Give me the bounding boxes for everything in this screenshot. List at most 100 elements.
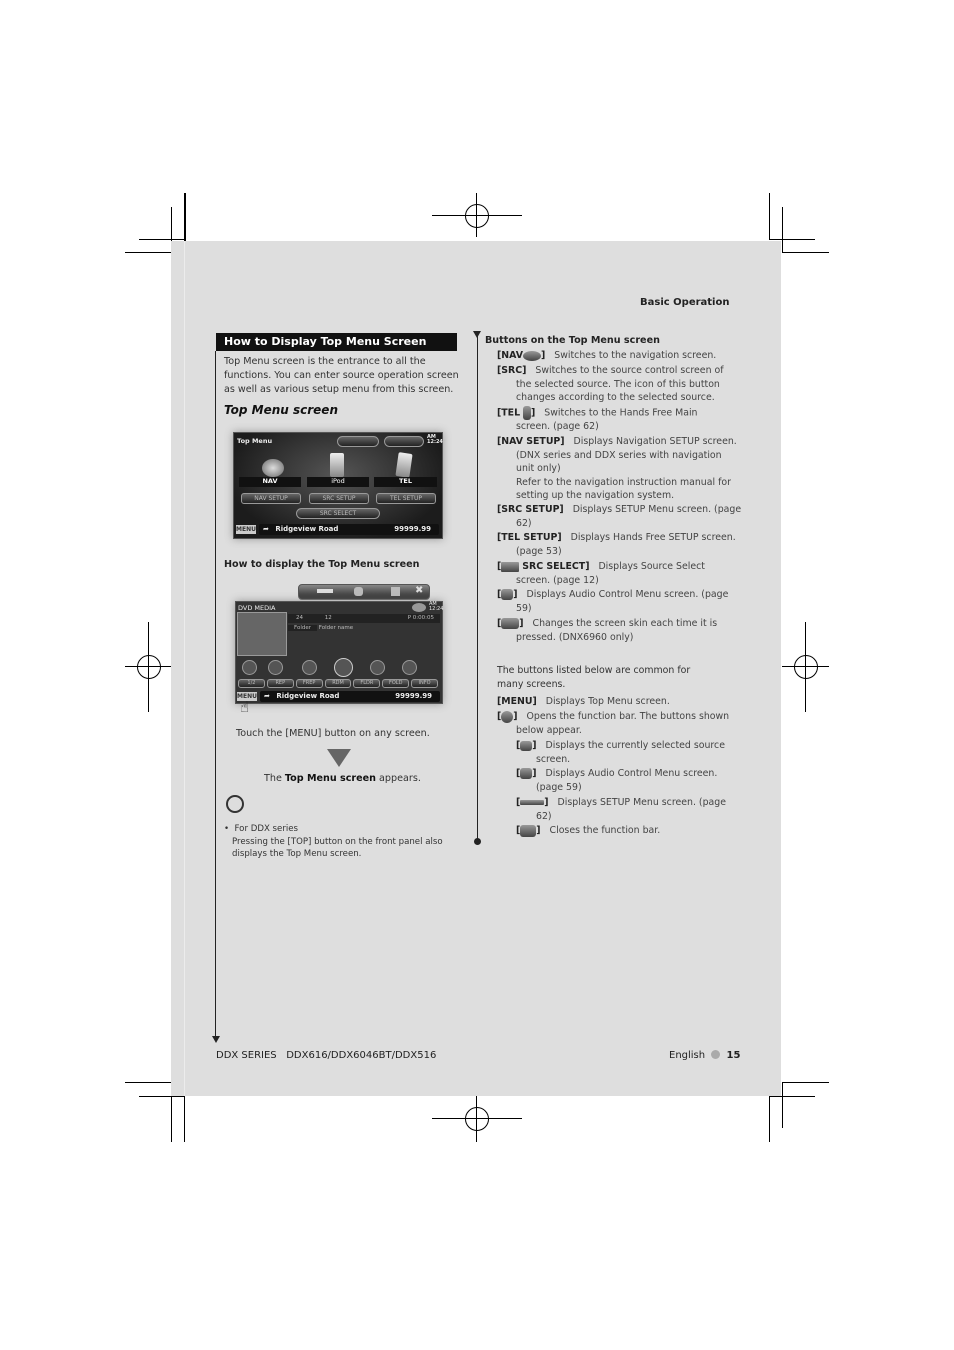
item-text: 59) xyxy=(516,602,532,614)
series: DDX SERIES xyxy=(216,1050,277,1061)
intro-line: functions. You can enter source operatio… xyxy=(224,370,459,381)
item-text: Refer to the navigation instruction manu… xyxy=(516,476,731,488)
close-icon: ✖ xyxy=(415,585,424,596)
dvd-media-screenshot: DVD MEDIA AM 12:24 24 12 P 0:00:05 Folder… xyxy=(235,601,443,704)
nav-icon xyxy=(523,350,542,361)
item-text: Closes the function bar. xyxy=(549,825,661,836)
item-text: Opens the function bar. The buttons show… xyxy=(526,711,730,722)
crop-mark xyxy=(432,1118,522,1119)
item-key-label: SRC SELECT] xyxy=(522,561,590,572)
item-text: screen. (page 62) xyxy=(516,421,599,432)
item-key: [NAV SETUP] xyxy=(497,436,565,447)
item-text: (page 59) xyxy=(536,781,582,793)
flow-line xyxy=(477,334,478,842)
crop-mark xyxy=(782,1082,783,1128)
crop-mark xyxy=(148,622,149,712)
screen-title: Top Menu xyxy=(237,437,273,445)
crop-mark xyxy=(769,1096,770,1142)
eject-button xyxy=(242,660,257,675)
play-pause-button xyxy=(334,658,353,677)
item-key-end: ] xyxy=(532,768,537,779)
item-text: Changes the screen skin each time it is xyxy=(532,618,718,629)
distance: 99999.99 xyxy=(394,525,431,533)
note-line: Pressing the [TOP] button on the front p… xyxy=(232,836,443,847)
crop-mark xyxy=(184,1096,185,1142)
item-text: pressed. (DNX6960 only) xyxy=(516,631,634,643)
source-screen-icon xyxy=(391,587,400,596)
models: DDX616/DDX6046BT/DDX516 xyxy=(286,1050,437,1061)
item-text: Displays Top Menu screen. xyxy=(545,696,670,707)
arrow-down-icon xyxy=(212,1036,220,1043)
item-function-bar: [] Opens the function bar. The buttons s… xyxy=(497,710,729,737)
function-bar: ✖ xyxy=(298,584,430,600)
note-bullet-line: • For DDX series xyxy=(224,824,299,834)
item-menu: [MENU] Displays Top Menu screen. xyxy=(497,695,670,709)
crop-mark xyxy=(139,1096,185,1097)
phone-icon xyxy=(395,452,413,478)
skin-button xyxy=(384,436,424,447)
item-key-end: ] xyxy=(536,825,541,836)
item-src: [SRC] Switches to the source control scr… xyxy=(497,364,724,405)
item-text: below appear. xyxy=(516,724,582,736)
crop-mark xyxy=(805,622,806,712)
item-text: the selected source. The icon of this bu… xyxy=(516,378,720,390)
how-to-title: How to display the Top Menu screen xyxy=(224,559,420,570)
function-keys: 1/2 REP FREP RDM FLDR FOLD INFO xyxy=(238,679,439,688)
item-text: Displays Navigation SETUP screen. xyxy=(573,436,737,447)
item-text: Displays Audio Control Menu screen. xyxy=(545,768,718,779)
skin-icon xyxy=(501,618,520,629)
folder-label: Folder xyxy=(288,625,317,631)
section-header: Basic Operation xyxy=(640,297,730,308)
turn-arrow-icon: ➦ xyxy=(264,692,270,700)
crop-mark xyxy=(476,1096,477,1142)
track-info-bar: 24 12 P 0:00:05 xyxy=(288,614,440,623)
clock-time: 12:24 xyxy=(427,439,443,445)
crop-mark xyxy=(769,1096,815,1097)
function-bar-icon xyxy=(501,710,514,723)
item-key-end: ] xyxy=(513,711,518,722)
item-key-end: ] xyxy=(513,589,518,600)
flow-line xyxy=(215,351,216,1038)
item-src-setup: [SRC SETUP] Displays SETUP Menu screen. … xyxy=(497,503,741,530)
audio-control-icon xyxy=(354,587,363,596)
item-text: Displays SETUP Menu screen. (page xyxy=(572,504,742,515)
function-bar-icon xyxy=(412,603,426,612)
function-key: FOLD xyxy=(382,679,410,688)
item-text: Switches to the navigation screen. xyxy=(554,350,717,361)
road-name: Ridgeview Road xyxy=(275,525,339,533)
crop-mark xyxy=(125,252,172,253)
crop-mark xyxy=(476,193,477,237)
result-prefix: The xyxy=(264,773,285,784)
wrench-icon xyxy=(520,800,545,805)
subitem-close: [] Closes the function bar. xyxy=(516,824,660,838)
item-tel: [TEL ] Switches to the Hands Free Main s… xyxy=(497,406,698,434)
subtitle: Top Menu screen xyxy=(224,403,338,417)
clock-time: 12:24 xyxy=(429,606,444,612)
item-src-select: [ SRC SELECT] Displays Source Select scr… xyxy=(497,560,705,587)
source-select-icon xyxy=(501,561,520,572)
footer-series: DDX SERIES DDX616/DDX6046BT/DDX516 xyxy=(216,1050,436,1061)
item-key: [MENU] xyxy=(497,696,537,707)
item-text: Displays the currently selected source xyxy=(545,740,725,751)
nav-icon xyxy=(262,459,284,477)
chapter-number: 12 xyxy=(324,615,332,621)
item-audio-control: [] Displays Audio Control Menu screen. (… xyxy=(497,588,728,615)
registration-mark xyxy=(794,655,818,679)
item-text: Displays SETUP Menu screen. (page xyxy=(557,797,726,808)
function-key: FLDR xyxy=(353,679,381,688)
top-menu-screenshot: Top Menu AM 12:24 NAV iPod TEL NAV SETUP … xyxy=(233,432,443,539)
registration-mark xyxy=(465,1107,489,1131)
common-intro-line: many screens. xyxy=(497,678,566,690)
common-intro-line: The buttons listed below are common for xyxy=(497,665,691,676)
wrench-icon xyxy=(317,589,333,593)
item-text: Switches to the Hands Free Main xyxy=(544,407,698,419)
intro-line: as well as various setup menu from this … xyxy=(224,384,454,395)
item-text: 62) xyxy=(516,517,532,529)
item-key: [SRC] xyxy=(497,365,527,376)
item-text: (page 53) xyxy=(516,545,562,557)
result-bold: Top Menu screen xyxy=(284,773,376,784)
hand-pointer-icon: ☝ xyxy=(240,698,250,716)
menu-button: MENU xyxy=(236,525,256,534)
media-button xyxy=(337,436,379,447)
navigation-status-bar: ➦ Ridgeview Road 99999.99 xyxy=(259,524,439,535)
